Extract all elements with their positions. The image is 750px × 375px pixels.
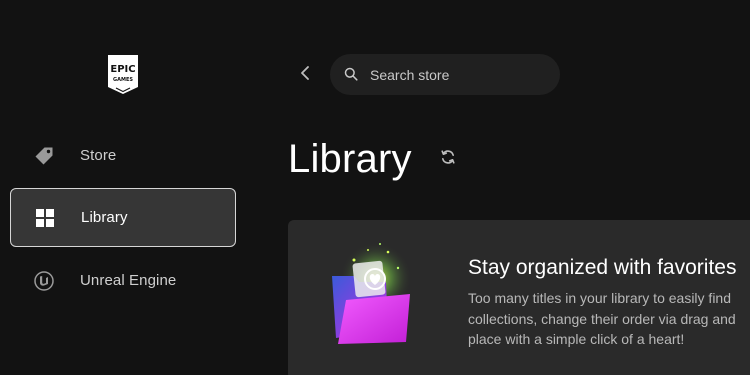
main-content: Library [248,0,750,375]
banner-text-line: place with a simple click of a heart! [468,331,685,347]
sidebar-item-label: Unreal Engine [80,272,177,289]
svg-text:GAMES: GAMES [113,77,133,83]
search-bar[interactable] [330,54,560,95]
epic-games-logo[interactable]: EPIC GAMES [106,54,140,95]
sidebar-item-unreal-engine[interactable]: Unreal Engine [10,251,236,310]
favorites-banner: Stay organized with favorites Too many t… [288,220,750,375]
refresh-icon [440,149,456,170]
grid-icon [35,208,55,228]
sidebar-item-library[interactable]: Library [10,188,236,247]
sidebar: EPIC GAMES Store Library Unreal Engine [0,0,248,375]
sidebar-item-label: Store [80,147,117,164]
back-button[interactable] [294,63,316,87]
favorites-folder-icon [324,238,424,348]
tag-icon [34,146,54,166]
banner-title: Stay organized with favorites [468,256,737,279]
banner-text-line: collections, change their order via drag… [468,310,736,327]
banner-description: Too many titles in your library to easil… [468,288,750,350]
sidebar-item-store[interactable]: Store [10,126,236,185]
banner-text-line: Too many titles in your library to easil… [468,290,731,306]
search-input[interactable] [370,54,550,95]
page-title: Library [288,137,412,181]
chevron-left-icon [300,65,310,85]
search-icon [344,67,358,81]
svg-text:EPIC: EPIC [110,64,135,75]
unreal-engine-icon [34,270,54,291]
sidebar-item-label: Library [81,209,128,226]
refresh-button[interactable] [438,149,458,169]
